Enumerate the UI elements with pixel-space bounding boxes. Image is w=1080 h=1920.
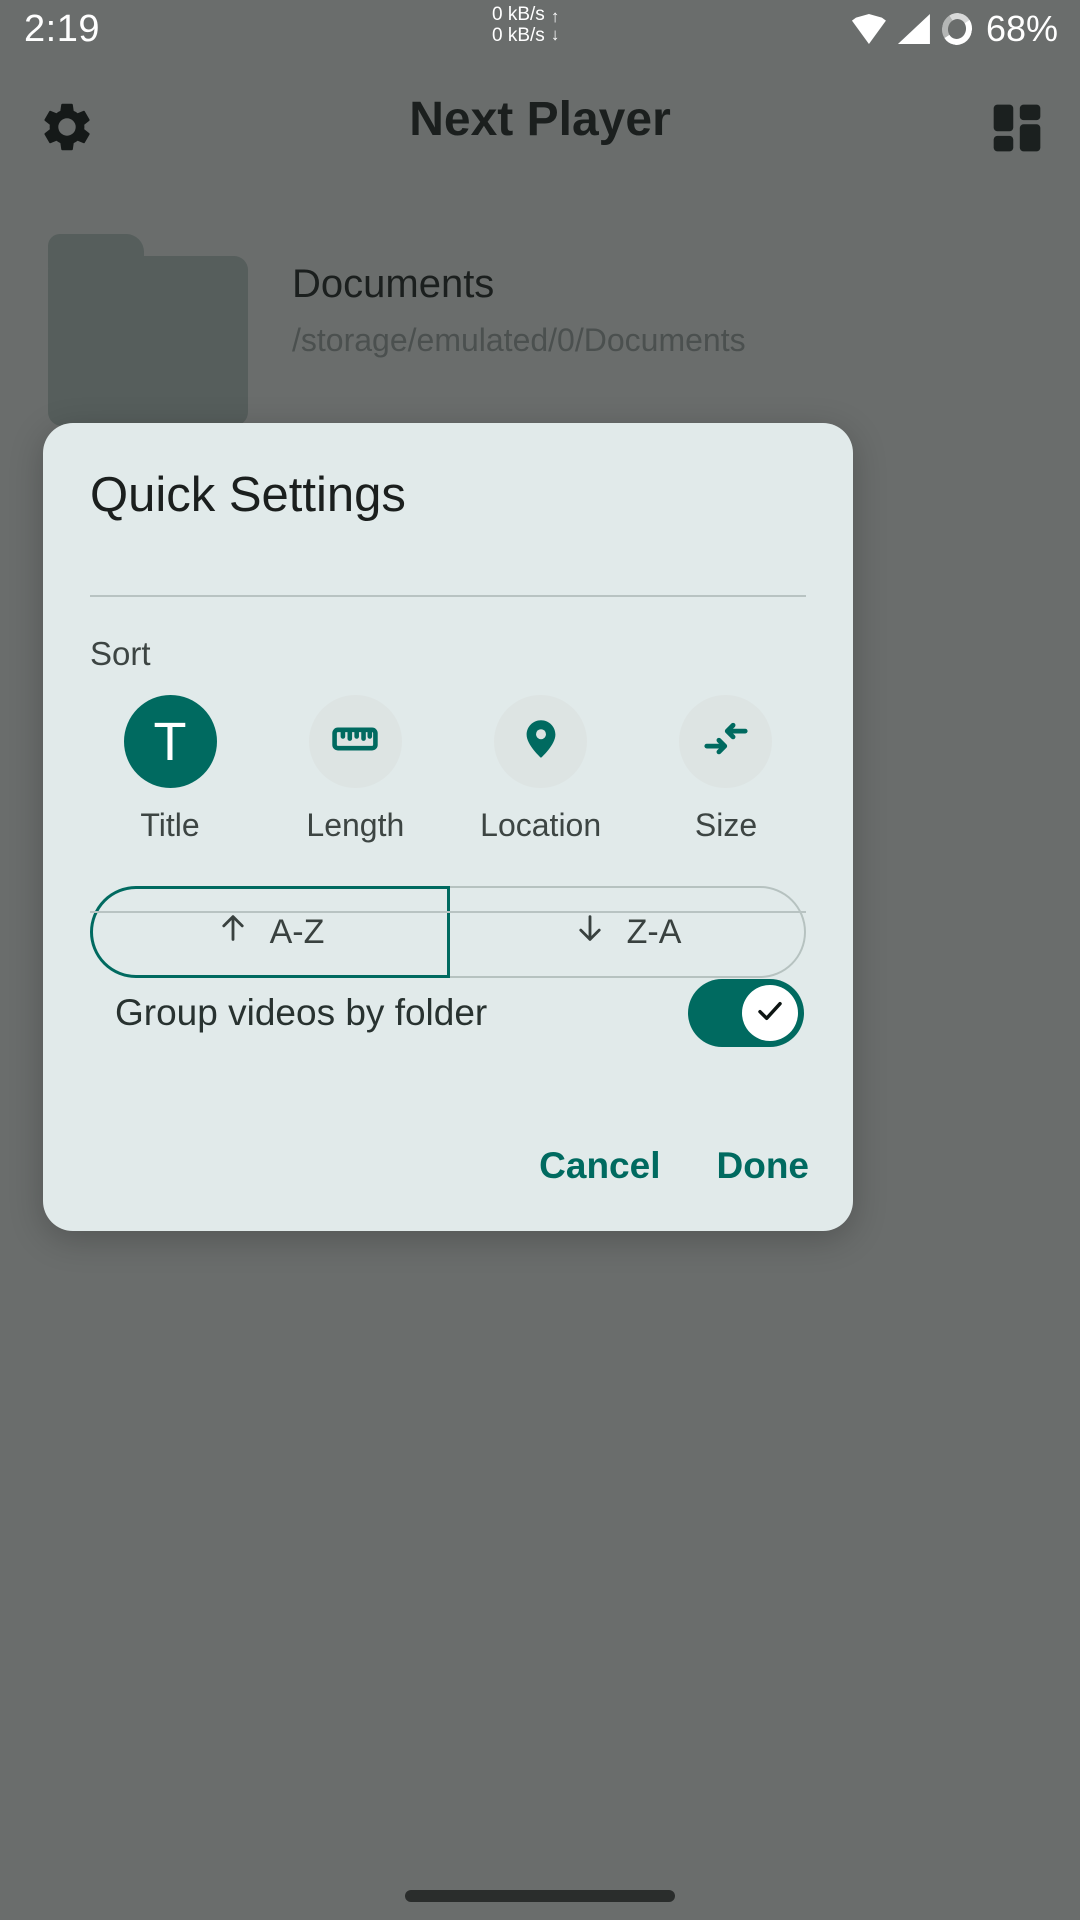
compress-arrows-icon [701,714,751,769]
sort-option-size[interactable]: Size [646,695,806,844]
folder-path: /storage/emulated/0/Documents [292,322,746,358]
group-videos-label: Group videos by folder [115,992,488,1033]
page-title: Next Player [409,93,671,146]
sort-option-title[interactable]: T Title [90,695,250,844]
download-arrow-icon: ↓ [550,24,560,44]
ruler-icon [330,714,380,769]
sort-order-ascending-label: A-Z [269,912,325,951]
arrow-down-icon [573,908,607,957]
sort-option-title-label: Title [140,807,200,843]
sort-option-location-label: Location [480,807,602,843]
sort-option-title-circle: T [123,695,217,788]
dialog-title: Quick Settings [90,468,406,522]
arrow-up-icon [216,908,250,957]
folder-icon [48,234,248,426]
upload-arrow-icon: ↑ [550,6,560,26]
sort-option-length-circle [308,695,402,788]
signal-icon [897,14,930,44]
sort-option-location[interactable]: Location [461,695,621,844]
map-pin-icon [517,715,565,768]
group-videos-switch[interactable] [688,979,804,1047]
cancel-button[interactable]: Cancel [539,1145,660,1187]
sort-option-length[interactable]: Length [275,695,435,844]
wifi-icon [851,14,886,44]
folder-name: Documents [292,262,495,306]
sort-section-label: Sort [90,635,151,672]
network-download-rate: 0 kB/s [492,25,545,47]
sort-options-group: T Title Length Location Size [90,695,806,844]
status-bar-time: 2:19 [24,8,100,50]
battery-ring-icon [938,10,975,48]
network-upload-rate: 0 kB/s [492,4,545,25]
group-videos-row[interactable]: Group videos by folder [90,953,806,1073]
sort-order-descending-label: Z-A [626,912,682,951]
battery-percentage: 68% [985,8,1058,49]
sort-option-size-label: Size [694,807,758,843]
sort-option-length-label: Length [306,807,405,843]
network-speed-indicator: 0 kB/s 0 kB/s ↑ ↓ [492,4,559,47]
quick-settings-dialog: Quick Settings Sort T Title Length Locat… [43,423,853,1231]
status-bar: 2:19 0 kB/s 0 kB/s ↑ ↓ 68% [0,0,1080,68]
check-icon [754,995,786,1032]
sort-option-size-circle [679,695,773,788]
navigation-gesture-bar[interactable] [405,1890,675,1902]
dashboard-grid-icon[interactable] [988,100,1046,156]
text-format-icon: T [153,711,187,772]
divider-bottom [90,911,806,913]
sort-option-location-circle [494,695,588,788]
switch-thumb [742,985,798,1041]
dialog-actions: Cancel Done [539,1145,809,1187]
done-button[interactable]: Done [717,1145,810,1187]
divider-top [90,595,806,597]
app-bar: Next Player [0,68,1080,188]
